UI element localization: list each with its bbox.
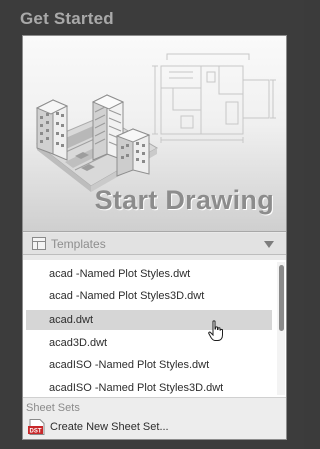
template-item[interactable]: acad3D.dwt	[26, 333, 272, 353]
templates-label: Templates	[51, 237, 106, 251]
template-item[interactable]: acad -Named Plot Styles.dwt	[26, 264, 272, 284]
hand-cursor-icon	[208, 320, 223, 341]
sheet-sets-section: Sheet Sets DST Create New Sheet Set...	[23, 397, 286, 439]
template-item-selected[interactable]: acad.dwt	[26, 310, 272, 330]
scrollbar-thumb[interactable]	[279, 265, 284, 331]
dst-file-icon-text: DST	[30, 429, 42, 435]
chevron-down-icon[interactable]	[264, 241, 274, 248]
create-new-sheet-set-link[interactable]: DST Create New Sheet Set...	[26, 418, 169, 436]
start-drawing-tile[interactable]: Start Drawing	[23, 36, 286, 232]
template-item[interactable]: acad -Named Plot Styles3D.dwt	[26, 286, 272, 306]
start-drawing-label: Start Drawing	[94, 185, 274, 215]
template-item[interactable]: acadISO -Named Plot Styles.dwt	[26, 355, 272, 375]
dst-file-icon: DST	[28, 419, 45, 435]
page-title: Get Started	[20, 9, 114, 28]
templates-dropdown[interactable]: Templates	[23, 233, 286, 255]
create-new-sheet-set-label: Create New Sheet Set...	[50, 421, 169, 433]
get-started-page: Get Started Start Drawing Templates acad…	[0, 0, 304, 449]
template-item[interactable]: acadISO -Named Plot Styles3D.dwt	[26, 378, 272, 397]
template-list: acad -Named Plot Styles.dwt acad -Named …	[23, 260, 286, 397]
get-started-panel: Start Drawing Templates acad -Named Plot…	[22, 35, 287, 440]
templates-grid-icon	[32, 237, 46, 250]
sheet-sets-label: Sheet Sets	[26, 402, 80, 414]
